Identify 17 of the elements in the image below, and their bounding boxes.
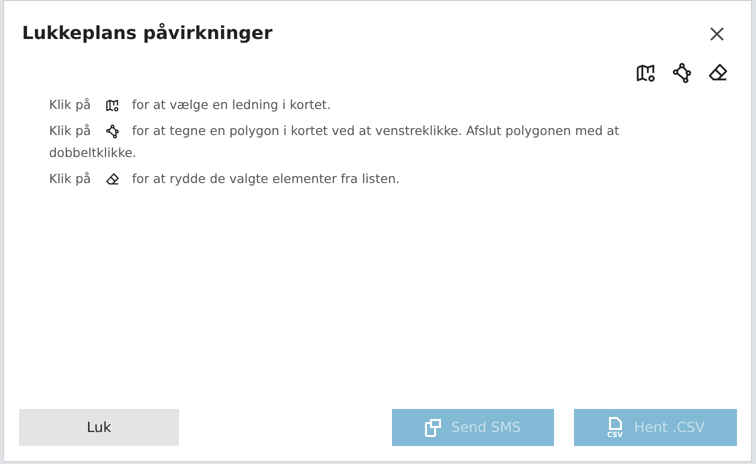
instruction-text: dobbeltklikke. xyxy=(49,144,136,162)
instruction-text: for at vælge en ledning i kortet. xyxy=(132,96,331,114)
instruction-text: Klik på xyxy=(49,122,91,140)
instruction-text: for at rydde de valgte elementer fra listen. xyxy=(132,170,400,188)
tool-button[interactable] xyxy=(635,62,657,84)
polygon-icon xyxy=(671,62,693,84)
instruction-text: for at tegne en polygon i kortet ved at venstreklikke. Afslut polygonen med at xyxy=(132,122,620,140)
map-pin-icon xyxy=(104,98,120,112)
map-pin-icon xyxy=(635,62,657,84)
phone-message-icon xyxy=(425,418,442,436)
close-button[interactable]: Luk xyxy=(19,409,179,446)
tool-button[interactable] xyxy=(671,62,693,84)
instruction-text: Klik på xyxy=(49,96,91,114)
dialog-title: Lukkeplans påvirkninger xyxy=(22,23,272,44)
eraser-icon xyxy=(104,172,120,186)
polygon-icon xyxy=(104,124,120,138)
instruction-text: Klik på xyxy=(49,170,91,188)
